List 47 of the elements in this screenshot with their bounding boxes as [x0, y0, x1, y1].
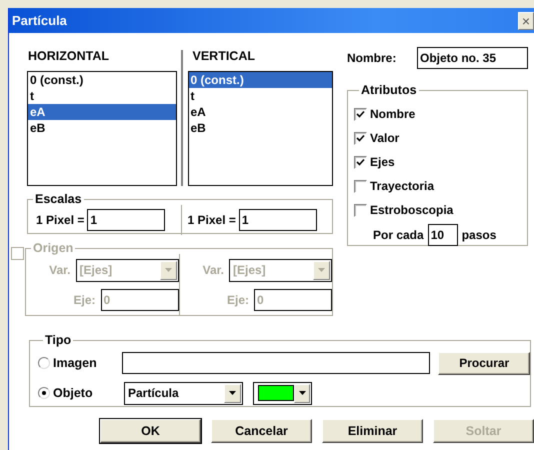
input-field[interactable] — [122, 352, 430, 374]
dialog-button[interactable]: Eliminar — [322, 419, 423, 443]
list-item[interactable]: eB — [28, 120, 176, 136]
checkbox-label: Trayectoria — [370, 179, 434, 193]
dialog-button[interactable]: OK — [100, 419, 201, 443]
dialog-button[interactable]: Cancelar — [211, 419, 312, 443]
radio-button[interactable] — [38, 357, 50, 369]
list-item[interactable]: eA — [28, 104, 176, 120]
list-box[interactable]: 0 (const.) t eA eB — [188, 71, 334, 186]
list-item[interactable]: eB — [188, 120, 332, 136]
checkbox-label: Estroboscopia — [370, 203, 454, 217]
input-field[interactable]: 10 — [428, 224, 458, 246]
group-title: Atributos — [360, 84, 418, 96]
color-dropdown[interactable] — [253, 382, 312, 404]
radio-label: Objeto — [53, 386, 94, 400]
dropdown[interactable]: Partícula — [124, 382, 243, 404]
field-label: Eje: — [73, 292, 96, 306]
list-item[interactable]: 0 (const.) — [188, 72, 332, 88]
field-label: 1 Pixel = — [188, 213, 236, 227]
checkbox-label: Ejes — [370, 155, 395, 169]
input-field[interactable]: Objeto no. 35 — [417, 47, 528, 69]
radio-button[interactable] — [38, 387, 50, 399]
list-item[interactable]: 0 (const.) — [28, 72, 176, 88]
input-field[interactable]: 1 — [238, 209, 317, 231]
window-title: Partícula — [11, 13, 67, 28]
checkbox-label: Valor — [370, 131, 400, 145]
list-heading: VERTICAL — [192, 48, 256, 64]
field-label: Por cada — [373, 228, 424, 242]
checkbox-label: Nombre — [370, 107, 416, 121]
radio-label: Imagen — [53, 356, 98, 370]
group-title: Escalas — [34, 193, 83, 205]
list-item[interactable]: t — [188, 88, 332, 104]
list-box[interactable]: 0 (const.) t eA eB — [27, 71, 176, 186]
list-heading: HORIZONTAL — [27, 48, 110, 64]
field-label: Var. — [202, 263, 224, 277]
field-label: Nombre: — [347, 51, 396, 65]
list-item[interactable]: eA — [188, 104, 332, 120]
input-field[interactable]: 1 — [87, 209, 166, 231]
field-label: Var. — [49, 263, 70, 277]
group-title: Tipo — [44, 334, 72, 346]
list-item[interactable]: t — [28, 88, 176, 104]
group-title: Origen — [32, 242, 74, 254]
field-label: Eje: — [226, 292, 249, 306]
field-label: 1 Pixel = — [36, 213, 84, 227]
close-button[interactable]: × — [518, 12, 534, 30]
browse-button[interactable]: Procurar — [438, 352, 530, 374]
field-label: pasos — [462, 228, 496, 242]
